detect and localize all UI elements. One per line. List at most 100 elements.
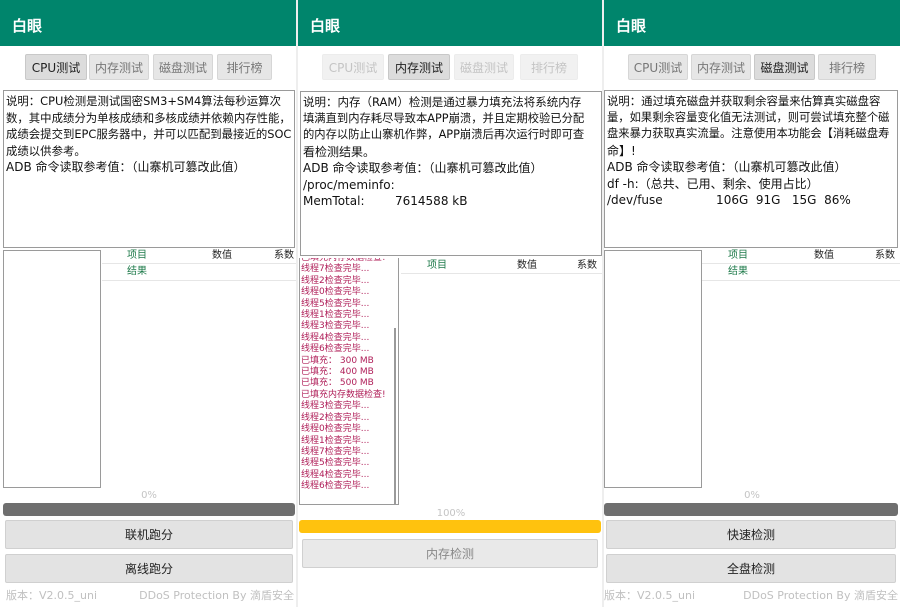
log-line: 线程6检查完毕...	[301, 344, 370, 355]
log-line: 线程1检查完毕...	[301, 310, 370, 321]
result-label: 结果	[728, 266, 748, 277]
version-label: 版本：V2.0.5_uni	[604, 589, 696, 602]
log-line: 线程5检查完毕...	[301, 298, 370, 309]
column-item: 项目	[427, 260, 447, 271]
description-line: 填满直到内存耗尽导致本APP崩溃，并且定期校验已分配	[303, 111, 585, 125]
disk-test-screen: 白眼 CPU测试 内存测试 磁盘测试 排行榜 说明：通过填充磁盘并获取剩余容量来…	[604, 0, 900, 607]
log-line: 线程1检查完毕...	[301, 435, 370, 446]
description-line: 说明：通过填充磁盘并获取剩余容量来估算真实磁盘容	[607, 94, 881, 108]
tab-disk-test[interactable]: 磁盘测试	[454, 54, 514, 80]
online-benchmark-button[interactable]: 联机跑分	[5, 520, 293, 549]
description-line: 数，其中成绩分为单核成绩和多核成绩并依赖内存性能，	[6, 110, 291, 125]
column-value: 数值	[517, 260, 537, 271]
log-line: 已填充： 300 MB	[301, 355, 374, 366]
column-item: 项目	[127, 250, 147, 261]
full-disk-check-button[interactable]: 全盘检测	[606, 554, 896, 583]
log-line: 已填充内存数据检查!	[301, 389, 386, 400]
result-label: 结果	[127, 266, 147, 277]
description-box: 说明：通过填充磁盘并获取剩余容量来估算真实磁盘容 量，如果剩余容量变化值无法测试…	[604, 90, 898, 248]
result-row: 结果	[702, 265, 900, 279]
column-factor: 系数	[274, 250, 294, 261]
version-label: 版本：V2.0.5_uni	[6, 589, 98, 602]
column-item: 项目	[728, 250, 748, 261]
log-line: 线程0检查完毕...	[301, 424, 370, 435]
description-box: 说明：内存（RAM）检测是通过暴力填充法将系统内存 填满直到内存耗尽导致本APP…	[300, 91, 602, 256]
offline-benchmark-button[interactable]: 离线跑分	[5, 554, 293, 583]
progress-bar	[604, 503, 898, 516]
progress-bar	[3, 503, 295, 516]
progress-percent: 0%	[744, 490, 760, 501]
description-line: 命】!	[607, 143, 636, 158]
progress-percent: 100%	[436, 508, 466, 519]
divider	[702, 280, 900, 281]
log-line: 线程7检查完毕...	[301, 446, 370, 457]
log-line: 线程0检查完毕...	[301, 287, 370, 298]
tab-cpu-test[interactable]: CPU测试	[25, 54, 87, 80]
log-line: 已填充： 400 MB	[301, 367, 374, 378]
tab-memory-test[interactable]: 内存测试	[691, 54, 751, 80]
progress-bar	[299, 520, 601, 533]
app-bar: 白眼	[0, 0, 298, 46]
tab-disk-test[interactable]: 磁盘测试	[153, 54, 213, 80]
log-list: 已填充内存数据检查! 线程7检查完毕... 线程2检查完毕... 线程0检查完毕...…	[300, 258, 398, 493]
app-title: 白眼	[310, 17, 341, 35]
column-factor: 系数	[875, 250, 895, 261]
tab-leaderboard[interactable]: 排行榜	[520, 54, 578, 80]
description-line: 说明：内存（RAM）检测是通过暴力填充法将系统内存	[303, 95, 582, 109]
result-row: 结果	[102, 265, 298, 279]
divider	[102, 263, 298, 264]
description-line: 盘来暴力获取真实流量。注意使用本功能会【消耗磁盘寿	[607, 127, 890, 140]
tab-leaderboard[interactable]: 排行榜	[818, 54, 876, 80]
adb-reference-line: ADB 命令读取参考值：（山寨机可篡改此值）	[303, 161, 543, 175]
ddos-protection-label: DDoS Protection By 滴盾安全	[743, 589, 898, 602]
cpu-test-screen: 白眼 CPU测试 内存测试 磁盘测试 排行榜 说明：CPU检测是测试国密SM3+…	[0, 0, 298, 607]
log-line: 线程2检查完毕...	[301, 275, 370, 286]
description-line: 说明：CPU检测是测试国密SM3+SM4算法每秒运算次	[6, 94, 281, 108]
column-value: 数值	[212, 250, 232, 261]
tab-leaderboard[interactable]: 排行榜	[217, 54, 272, 80]
log-line: 线程4检查完毕...	[301, 332, 370, 343]
tab-bar: CPU测试 内存测试 磁盘测试 排行榜	[298, 54, 604, 80]
memory-test-button[interactable]: 内存检测	[302, 539, 598, 568]
tab-bar: CPU测试 内存测试 磁盘测试 排行榜	[0, 54, 298, 80]
tab-bar: CPU测试 内存测试 磁盘测试 排行榜	[604, 54, 900, 80]
memtotal-value: MemTotal: 7614588 kB	[303, 194, 468, 208]
fuse-usage-line: /dev/fuse 106G 91G 15G 86%	[607, 193, 851, 207]
description-line: 成绩以供参考。	[6, 143, 86, 158]
divider	[702, 263, 900, 264]
app-title: 白眼	[616, 17, 647, 35]
log-line: 已填充： 500 MB	[301, 378, 374, 389]
adb-reference-line: ADB 命令读取参考值：（山寨机可篡改此值）	[6, 160, 246, 174]
app-bar: 白眼	[604, 0, 900, 46]
tab-memory-test[interactable]: 内存测试	[388, 54, 450, 80]
description-line: 成绩会提交到EPC服务器中，并可以匹配到最接近的SOC	[6, 127, 292, 141]
description-line: 量，如果剩余容量变化值无法测试，则可尝试填充整个磁	[607, 110, 890, 124]
meminfo-path: /proc/meminfo:	[303, 177, 395, 192]
quick-check-button[interactable]: 快速检测	[606, 520, 896, 549]
memory-log-box[interactable]: 已填充内存数据检查! 线程7检查完毕... 线程2检查完毕... 线程0检查完毕...…	[299, 258, 399, 505]
ddos-protection-label: DDoS Protection By 滴盾安全	[139, 589, 294, 602]
log-box[interactable]	[604, 250, 702, 488]
tab-cpu-test[interactable]: CPU测试	[322, 54, 384, 80]
footer: 版本：V2.0.5_uni DDoS Protection By 滴盾安全	[0, 587, 298, 603]
log-scrollbar[interactable]	[394, 328, 396, 504]
divider	[401, 273, 603, 274]
df-command-line: df -h:（总共、已用、剩余、使用占比）	[607, 176, 819, 191]
log-line: 线程3检查完毕...	[301, 321, 370, 332]
log-box[interactable]	[3, 250, 101, 488]
results-table-header: 项目 数值 系数	[702, 249, 900, 263]
results-table-header: 项目 数值 系数	[401, 259, 603, 273]
log-line: 线程7检查完毕...	[301, 264, 370, 275]
divider	[102, 280, 298, 281]
log-line: 线程6检查完毕...	[301, 481, 370, 492]
app-title: 白眼	[12, 17, 43, 35]
results-table-header: 项目 数值 系数	[102, 249, 298, 263]
log-line: 线程3检查完毕...	[301, 401, 370, 412]
description-box: 说明：CPU检测是测试国密SM3+SM4算法每秒运算次 数，其中成绩分为单核成绩…	[3, 90, 295, 248]
progress-percent: 0%	[141, 490, 157, 501]
app-bar: 白眼	[298, 0, 604, 46]
tab-disk-test[interactable]: 磁盘测试	[754, 54, 815, 80]
tab-memory-test[interactable]: 内存测试	[89, 54, 149, 80]
memory-test-screen: 白眼 CPU测试 内存测试 磁盘测试 排行榜 说明：内存（RAM）检测是通过暴力…	[298, 0, 604, 607]
tab-cpu-test[interactable]: CPU测试	[628, 54, 688, 80]
